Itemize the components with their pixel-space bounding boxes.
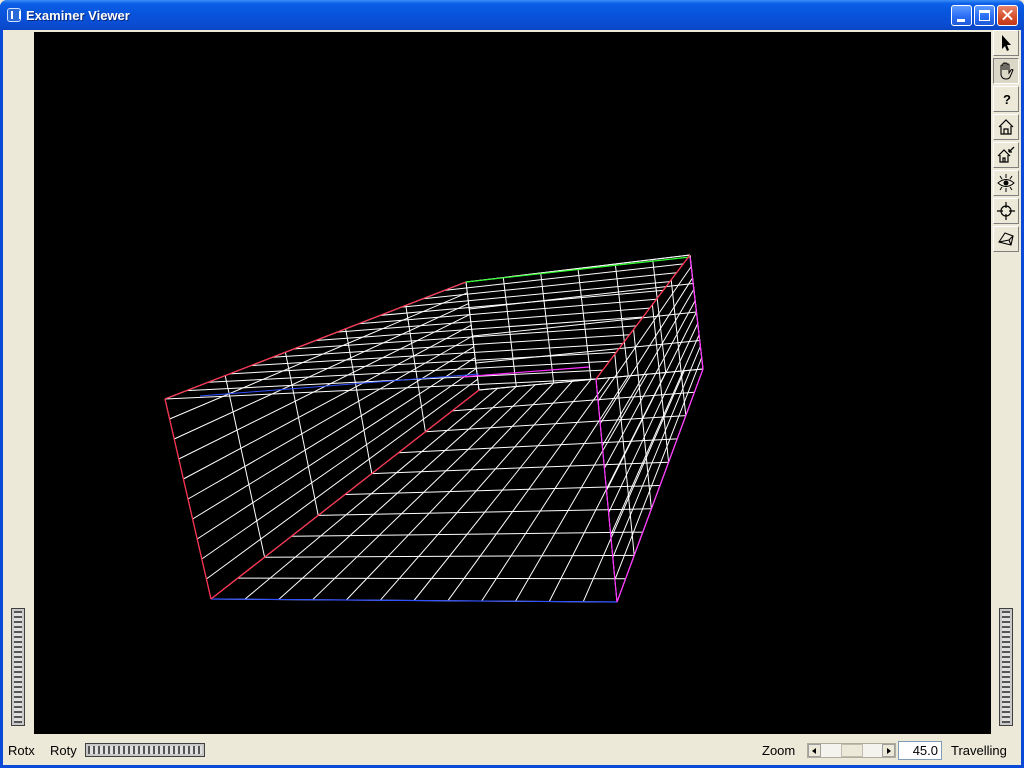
wire-line [444, 263, 684, 291]
dolly-label: Travelling [951, 743, 1007, 758]
examiner-viewer-window: Examiner Viewer ? Rotx Roty Zoom 45.0 Tr… [0, 0, 1024, 768]
home-icon [998, 119, 1014, 135]
zoom-slider-thumb[interactable] [841, 744, 863, 757]
zoom-label: Zoom [762, 743, 796, 758]
wire-line [465, 256, 691, 283]
viewer-client-area: ? Rotx Roty Zoom 45.0 Travelling [3, 30, 1021, 765]
help-button[interactable]: ? [993, 86, 1019, 112]
app-icon [7, 8, 21, 22]
window-title: Examiner Viewer [26, 8, 130, 23]
chevron-right-icon [887, 748, 891, 754]
perspective-cube-icon [998, 232, 1014, 246]
zoom-increase-button[interactable] [882, 744, 895, 757]
seek-crosshair-icon [997, 202, 1015, 220]
wire-line [192, 346, 475, 520]
zoom-slider[interactable] [807, 743, 896, 758]
wire-line [344, 485, 661, 495]
set-home-icon [997, 146, 1015, 163]
wire-line [345, 328, 373, 474]
help-question-icon: ? [1003, 92, 1011, 107]
wire-line [371, 461, 669, 475]
wire-line [164, 398, 212, 600]
seek-button[interactable] [993, 198, 1019, 224]
wire-line [210, 598, 618, 603]
minimize-icon [957, 19, 965, 22]
zoom-decrease-button[interactable] [808, 744, 821, 757]
wire-line [398, 438, 678, 454]
select-arrow-icon [1002, 35, 1011, 51]
close-button[interactable] [997, 5, 1018, 26]
wire-line [425, 415, 686, 433]
wire-line [291, 531, 643, 537]
dolly-thumbwheel[interactable] [999, 608, 1013, 726]
minimize-button[interactable] [951, 5, 972, 26]
title-bar[interactable]: Examiner Viewer [0, 0, 1024, 30]
select-mode-button[interactable] [993, 30, 1019, 56]
maximize-icon [979, 10, 990, 21]
viewer-toolbar: ? [991, 30, 1021, 735]
roty-thumbwheel[interactable] [85, 743, 205, 757]
zoom-value-field[interactable]: 45.0 [898, 741, 942, 760]
camera-type-button[interactable] [993, 226, 1019, 252]
roty-label: Roty [50, 743, 77, 758]
wireframe-box-scene [164, 254, 704, 603]
wire-line [614, 357, 703, 580]
3d-viewport[interactable] [34, 32, 991, 734]
bottom-control-bar: Rotx Roty Zoom 45.0 Travelling [3, 735, 1021, 765]
wire-line [610, 334, 700, 536]
wire-line [358, 298, 657, 325]
maximize-button[interactable] [974, 5, 995, 26]
wire-line [199, 373, 480, 397]
wire-line [595, 378, 618, 603]
wire-line [595, 254, 691, 380]
wire-line [224, 375, 266, 558]
wire-line [422, 272, 677, 300]
set-home-button[interactable] [993, 142, 1019, 168]
left-decoration [3, 30, 33, 735]
svg-text:?: ? [1003, 92, 1011, 107]
wire-line [318, 508, 652, 516]
rotx-label: Rotx [8, 743, 35, 758]
view-all-button[interactable] [993, 170, 1019, 196]
wire-line [475, 340, 700, 364]
hand-view-icon [1000, 62, 1014, 80]
close-icon [998, 6, 1017, 25]
rotx-thumbwheel[interactable] [11, 608, 25, 726]
wire-line [237, 577, 626, 580]
home-button[interactable] [993, 114, 1019, 140]
view-mode-button[interactable] [993, 58, 1019, 84]
wire-line [401, 281, 670, 308]
wire-line [201, 367, 477, 560]
view-all-eye-icon [997, 174, 1015, 192]
chevron-left-icon [812, 748, 816, 754]
